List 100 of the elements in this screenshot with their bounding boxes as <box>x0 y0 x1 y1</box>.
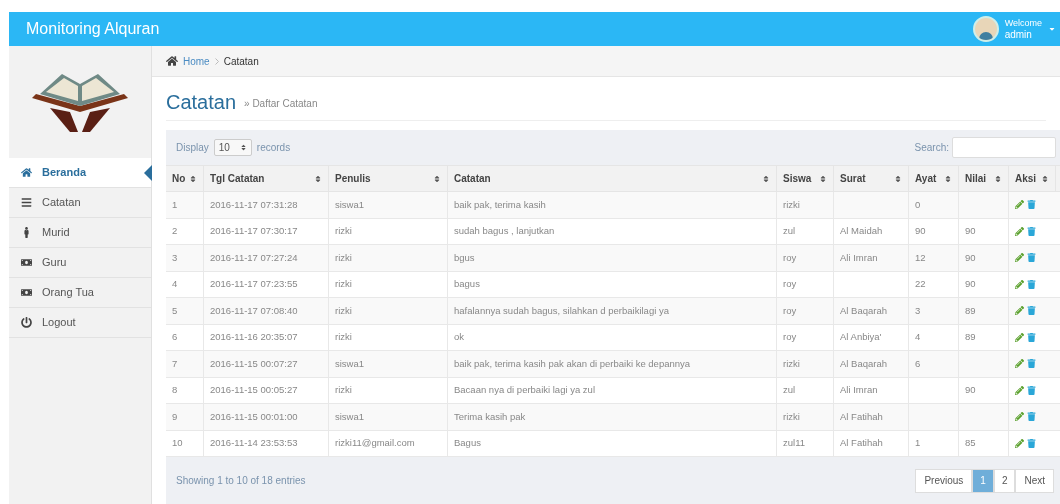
table-cell: siswa1 <box>335 356 365 371</box>
table-cell: Ali Imran <box>840 250 878 265</box>
home-icon <box>166 55 178 67</box>
column-header[interactable]: Ayat <box>909 166 959 191</box>
delete-icon[interactable] <box>1027 412 1036 422</box>
column-header[interactable]: Nilai <box>959 166 1009 191</box>
sort-arrows-icon <box>894 174 902 183</box>
sidebar-item[interactable]: Guru <box>9 248 151 278</box>
column-header[interactable]: Penulis <box>329 166 448 191</box>
edit-icon[interactable] <box>1015 438 1024 448</box>
table-cell: 22 <box>915 277 926 292</box>
pagination-link[interactable]: Previous <box>915 468 973 493</box>
delete-icon[interactable] <box>1027 359 1036 369</box>
delete-icon[interactable] <box>1027 200 1036 210</box>
table-cell: 6 <box>172 330 178 345</box>
edit-icon[interactable] <box>1015 253 1024 263</box>
table-cell: zul <box>783 224 796 239</box>
table-cell: 9 <box>172 409 178 424</box>
breadcrumb-current: Catatan <box>223 54 259 69</box>
sort-arrows-icon <box>189 174 197 183</box>
column-header[interactable]: Tgl Catatan <box>204 166 329 191</box>
table-cell: rizki <box>335 303 352 318</box>
edit-icon[interactable] <box>1015 412 1024 422</box>
edit-icon[interactable] <box>1015 200 1024 210</box>
edit-icon[interactable] <box>1015 226 1024 236</box>
sort-arrows-icon <box>239 144 247 151</box>
edit-icon[interactable] <box>1015 306 1024 316</box>
sidebar-item[interactable]: Catatan <box>9 188 151 218</box>
sort-arrows-icon <box>944 174 952 183</box>
table-cell: rizki <box>783 409 800 424</box>
search-label: Search: <box>914 141 949 155</box>
table-cell: roy <box>783 330 797 345</box>
table-cell: 2016-11-15 00:05:27 <box>210 383 298 398</box>
edit-icon[interactable] <box>1015 385 1024 395</box>
table-cell: 90 <box>965 224 976 239</box>
table-cell: zul11 <box>783 436 805 451</box>
table-cell: bgus <box>454 250 475 265</box>
column-header[interactable]: Siswa <box>777 166 834 191</box>
table-cell: 89 <box>965 330 976 345</box>
table-cell: ok <box>454 330 465 345</box>
table-cell: 7 <box>172 356 178 371</box>
table-cell: Ali Imran <box>840 383 878 398</box>
table-cell: 2016-11-15 00:01:00 <box>210 409 298 424</box>
sidebar-item[interactable]: Murid <box>9 218 151 248</box>
sidebar-item[interactable]: Logout <box>9 308 151 338</box>
column-header[interactable]: Aksi <box>1009 166 1056 191</box>
table-cell: Al Fatihah <box>840 436 883 451</box>
table-cell: baik pak, terima kasih pak akan di perbaiki ke depannya <box>454 356 691 371</box>
table-cell: 3 <box>915 303 921 318</box>
edit-icon[interactable] <box>1015 332 1024 342</box>
delete-icon[interactable] <box>1027 306 1036 316</box>
delete-icon[interactable] <box>1027 253 1036 263</box>
table-cell: rizki <box>335 330 352 345</box>
edit-icon[interactable] <box>1015 359 1024 369</box>
delete-icon[interactable] <box>1027 226 1036 236</box>
table-cell: rizki <box>783 197 800 212</box>
table-cell: baik pak, terima kasih <box>454 197 546 212</box>
table-cell: rizki11@gmail.com <box>335 436 415 451</box>
table-cell: Terima kasih pak <box>454 409 526 424</box>
delete-icon[interactable] <box>1027 438 1036 448</box>
column-header[interactable]: Surat <box>834 166 909 191</box>
table-cell: Al Baqarah <box>840 303 887 318</box>
table-cell: 90 <box>965 277 976 292</box>
delete-icon[interactable] <box>1027 332 1036 342</box>
pagination-link[interactable]: Next <box>1015 468 1054 493</box>
page-button[interactable]: 2 <box>993 468 1016 493</box>
records-label: records <box>256 141 291 155</box>
sort-arrows-icon <box>994 174 1002 183</box>
table-cell: roy <box>783 250 797 265</box>
column-header[interactable]: No <box>166 166 204 191</box>
table-cell: roy <box>783 277 797 292</box>
table-cell: 1 <box>915 436 921 451</box>
table-cell: 4 <box>172 277 178 292</box>
table-cell: 2016-11-17 07:23:55 <box>210 277 298 292</box>
edit-icon[interactable] <box>1015 279 1024 289</box>
search-field[interactable] <box>952 137 1056 158</box>
table-cell: hafalannya sudah bagus, silahkan d perbaikilagi ya <box>454 303 669 318</box>
records-select[interactable]: 10 <box>213 139 252 156</box>
table-cell: bagus <box>454 277 480 292</box>
table-cell: 85 <box>965 436 976 451</box>
caret-icon <box>1048 25 1056 33</box>
table-cell: zul <box>783 383 796 398</box>
table-cell: 8 <box>172 383 178 398</box>
delete-icon[interactable] <box>1027 279 1036 289</box>
home-icon <box>21 167 32 178</box>
sort-arrows-icon <box>314 174 322 183</box>
column-header[interactable]: Catatan <box>448 166 777 191</box>
sidebar-item[interactable]: Orang Tua <box>9 278 151 308</box>
sidebar-item[interactable]: Beranda <box>9 158 151 188</box>
table-cell: 2016-11-17 07:30:17 <box>210 224 298 239</box>
person-icon <box>21 227 32 238</box>
delete-icon[interactable] <box>1027 385 1036 395</box>
table-cell: 90 <box>915 224 926 239</box>
table-cell: 2016-11-14 23:53:53 <box>210 436 298 451</box>
table-cell: Bagus <box>454 436 481 451</box>
menu-icon <box>21 197 32 208</box>
banknote-icon <box>21 257 32 268</box>
table-cell: 2016-11-17 07:27:24 <box>210 250 298 265</box>
table-cell: roy <box>783 303 797 318</box>
page-subtitle: » Daftar Catatan <box>244 97 318 111</box>
